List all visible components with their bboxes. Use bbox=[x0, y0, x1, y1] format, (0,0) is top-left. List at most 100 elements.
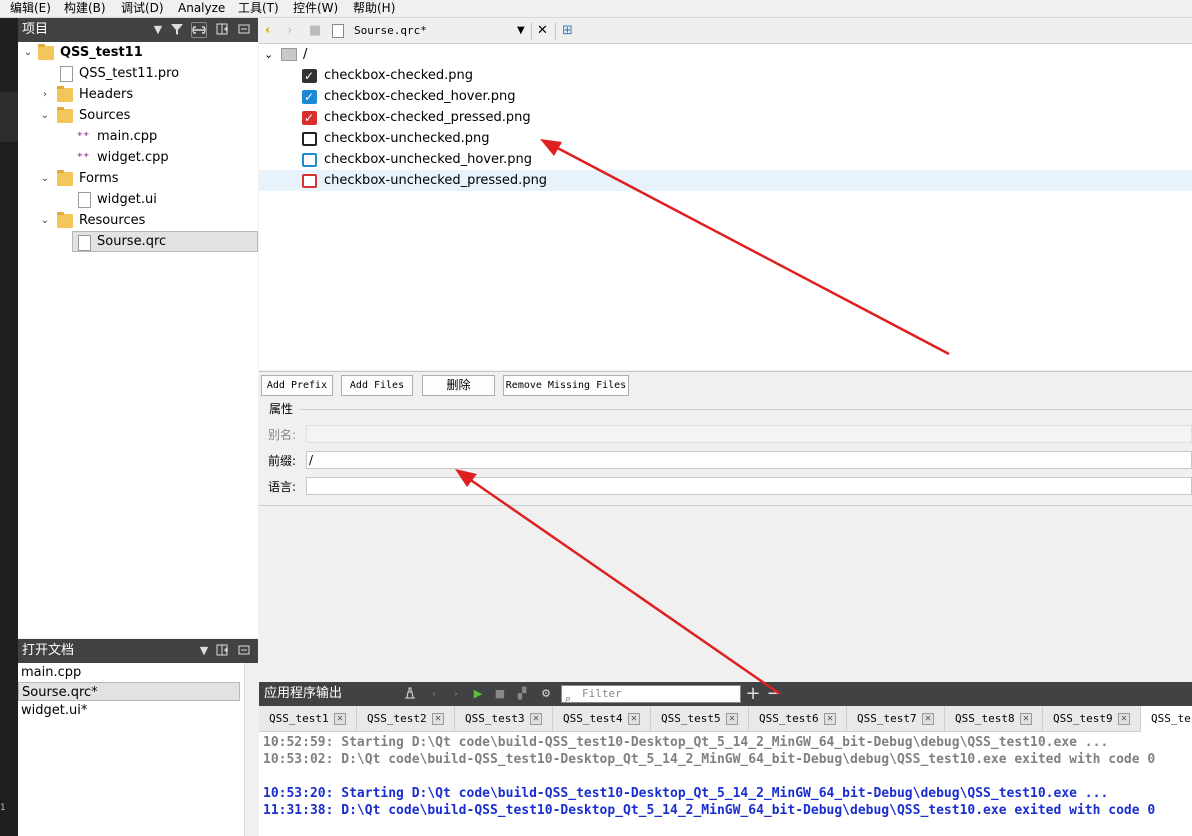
forward-arrow-icon[interactable]: › bbox=[287, 22, 292, 40]
resource-file-row[interactable]: checkbox-unchecked_hover.png bbox=[259, 149, 1192, 170]
close-tab-icon[interactable]: ✕ bbox=[824, 713, 836, 725]
collapse-arrow-icon[interactable]: ⌄ bbox=[39, 168, 51, 189]
dropdown-arrow-icon[interactable]: ▼ bbox=[196, 643, 212, 659]
split-icon[interactable] bbox=[214, 22, 230, 38]
alias-field[interactable] bbox=[306, 425, 1192, 443]
close-tab-icon[interactable]: ✕ bbox=[530, 713, 542, 725]
menu-analyze[interactable]: Analyze bbox=[178, 0, 225, 18]
output-tab[interactable]: QSS_test4 ✕ bbox=[553, 706, 651, 732]
tree-item-resources[interactable]: ⌄ Resources bbox=[18, 210, 258, 231]
file-dropdown-icon[interactable]: ▼ bbox=[517, 22, 525, 40]
zoom-in-icon[interactable]: + bbox=[745, 685, 761, 703]
output-tab[interactable]: QSS_test2 ✕ bbox=[357, 706, 455, 732]
open-docs-scrollbar[interactable] bbox=[244, 663, 258, 836]
language-field[interactable] bbox=[306, 477, 1192, 495]
remove-missing-files-button[interactable]: Remove Missing Files bbox=[503, 375, 629, 396]
menu-build[interactable]: 构建(B) bbox=[64, 0, 106, 18]
open-docs-title[interactable]: 打开文档 bbox=[22, 639, 74, 663]
output-tab[interactable]: QSS_test5 ✕ bbox=[651, 706, 749, 732]
stop-icon[interactable]: ■ bbox=[492, 686, 508, 702]
menu-tools[interactable]: 工具(T) bbox=[238, 0, 279, 18]
close-tab-icon[interactable]: ✕ bbox=[628, 713, 640, 725]
tree-item-sources[interactable]: ⌄ Sources bbox=[18, 105, 258, 126]
add-prefix-button[interactable]: Add Prefix bbox=[261, 375, 333, 396]
dropdown-arrow-icon[interactable]: ▼ bbox=[150, 22, 166, 38]
collapse-arrow-icon[interactable]: ⌄ bbox=[39, 105, 51, 126]
menu-controls[interactable]: 控件(W) bbox=[293, 0, 338, 18]
delete-button[interactable]: 删除 bbox=[422, 375, 495, 396]
tree-item-main-cpp[interactable]: ⁺⁺ main.cpp bbox=[18, 126, 258, 147]
menu-edit[interactable]: 编辑(E) bbox=[10, 0, 51, 18]
collapse-arrow-icon[interactable]: ⌄ bbox=[264, 44, 273, 65]
editor-filename[interactable]: Sourse.qrc* bbox=[354, 22, 427, 40]
attach-debugger-icon[interactable]: ▞ bbox=[514, 686, 530, 702]
output-tab[interactable]: QSS_test7 ✕ bbox=[847, 706, 945, 732]
zoom-out-icon[interactable]: − bbox=[766, 685, 782, 703]
output-tab[interactable]: QSS_test9 ✕ bbox=[1043, 706, 1141, 732]
open-doc-item[interactable]: widget.ui* bbox=[18, 701, 240, 720]
qrc-file-icon bbox=[332, 24, 344, 38]
prefix-row[interactable]: ⌄ / bbox=[259, 44, 1192, 65]
sources-folder-icon bbox=[57, 107, 73, 123]
resource-file-row[interactable]: ✓ checkbox-checked_pressed.png bbox=[259, 107, 1192, 128]
tree-item-widget-cpp[interactable]: ⁺⁺ widget.cpp bbox=[18, 147, 258, 168]
collapse-arrow-icon[interactable]: ⌄ bbox=[39, 210, 51, 231]
resource-file-row[interactable]: ✓ checkbox-checked_hover.png bbox=[259, 86, 1192, 107]
resource-file-row[interactable]: checkbox-unchecked.png bbox=[259, 128, 1192, 149]
close-tab-icon[interactable]: ✕ bbox=[1118, 713, 1130, 725]
ui-file-icon bbox=[78, 192, 91, 208]
open-docs-header: 打开文档 ▼ bbox=[18, 639, 258, 663]
resource-file-row-selected[interactable]: checkbox-unchecked_pressed.png bbox=[259, 170, 1192, 191]
open-doc-item-selected[interactable]: Sourse.qrc* bbox=[18, 682, 240, 701]
project-panel-title[interactable]: 项目 bbox=[22, 18, 48, 42]
close-panel-icon[interactable] bbox=[236, 643, 252, 659]
menu-help[interactable]: 帮助(H) bbox=[353, 0, 395, 18]
split-icon[interactable] bbox=[214, 643, 230, 659]
tree-item-widget-ui[interactable]: widget.ui bbox=[18, 189, 258, 210]
tree-item-pro-file[interactable]: QSS_test11.pro bbox=[18, 63, 258, 84]
collapse-arrow-icon[interactable]: ⌄ bbox=[22, 42, 34, 63]
split-editor-icon[interactable]: ⊞ bbox=[562, 22, 573, 40]
toolbar-divider bbox=[531, 22, 532, 40]
tree-item-project[interactable]: ⌄ QSS_test11 bbox=[18, 42, 258, 63]
resource-file-name: checkbox-unchecked.png bbox=[324, 131, 490, 146]
tree-item-forms[interactable]: ⌄ Forms bbox=[18, 168, 258, 189]
rail-number: 1 bbox=[0, 803, 6, 813]
output-panel-header: 应用程序输出 ‹ › ▶ ■ ▞ ⚙ Filter ⌕ + − bbox=[259, 682, 1192, 706]
run-icon[interactable]: ▶ bbox=[470, 686, 486, 702]
link-icon[interactable] bbox=[191, 22, 207, 38]
close-editor-icon[interactable]: ✕ bbox=[537, 22, 548, 40]
output-tab[interactable]: QSS_test8 ✕ bbox=[945, 706, 1043, 732]
filter-icon[interactable] bbox=[169, 22, 185, 38]
forms-folder-icon bbox=[57, 170, 73, 186]
project-folder-icon bbox=[38, 44, 54, 60]
output-tab-label: QSS_test6 bbox=[759, 712, 819, 725]
close-tab-icon[interactable]: ✕ bbox=[726, 713, 738, 725]
prefix-field[interactable]: / bbox=[306, 451, 1192, 469]
output-tab[interactable]: QSS_test6 ✕ bbox=[749, 706, 847, 732]
close-panel-icon[interactable] bbox=[236, 22, 252, 38]
add-files-button[interactable]: Add Files bbox=[341, 375, 413, 396]
settings-gear-icon[interactable]: ⚙ bbox=[538, 686, 554, 702]
output-console[interactable]: 10:52:59: Starting D:\Qt code\build-QSS_… bbox=[259, 732, 1192, 836]
open-doc-item[interactable]: main.cpp bbox=[18, 663, 240, 682]
close-tab-icon[interactable]: ✕ bbox=[922, 713, 934, 725]
close-tab-icon[interactable]: ✕ bbox=[1020, 713, 1032, 725]
resource-file-row[interactable]: ✓ checkbox-checked.png bbox=[259, 65, 1192, 86]
menu-debug[interactable]: 调试(D) bbox=[121, 0, 164, 18]
clean-icon[interactable] bbox=[402, 686, 418, 702]
output-tab[interactable]: QSS_test3 ✕ bbox=[455, 706, 553, 732]
close-tab-icon[interactable]: ✕ bbox=[432, 713, 444, 725]
next-icon[interactable]: › bbox=[448, 686, 464, 702]
output-tab-active[interactable]: QSS_tes bbox=[1141, 706, 1192, 732]
close-tab-icon[interactable]: ✕ bbox=[334, 713, 346, 725]
expand-arrow-icon[interactable]: › bbox=[39, 84, 51, 105]
previous-icon[interactable]: ‹ bbox=[426, 686, 442, 702]
filter-input[interactable]: Filter bbox=[561, 685, 741, 703]
tree-item-label: Sources bbox=[79, 108, 131, 123]
output-tab[interactable]: QSS_test1 ✕ bbox=[259, 706, 357, 732]
active-mode-marker[interactable] bbox=[0, 92, 18, 142]
back-arrow-icon[interactable]: ‹ bbox=[265, 22, 270, 40]
tree-item-sourse-qrc[interactable]: Sourse.qrc bbox=[72, 231, 258, 252]
tree-item-headers[interactable]: › Headers bbox=[18, 84, 258, 105]
